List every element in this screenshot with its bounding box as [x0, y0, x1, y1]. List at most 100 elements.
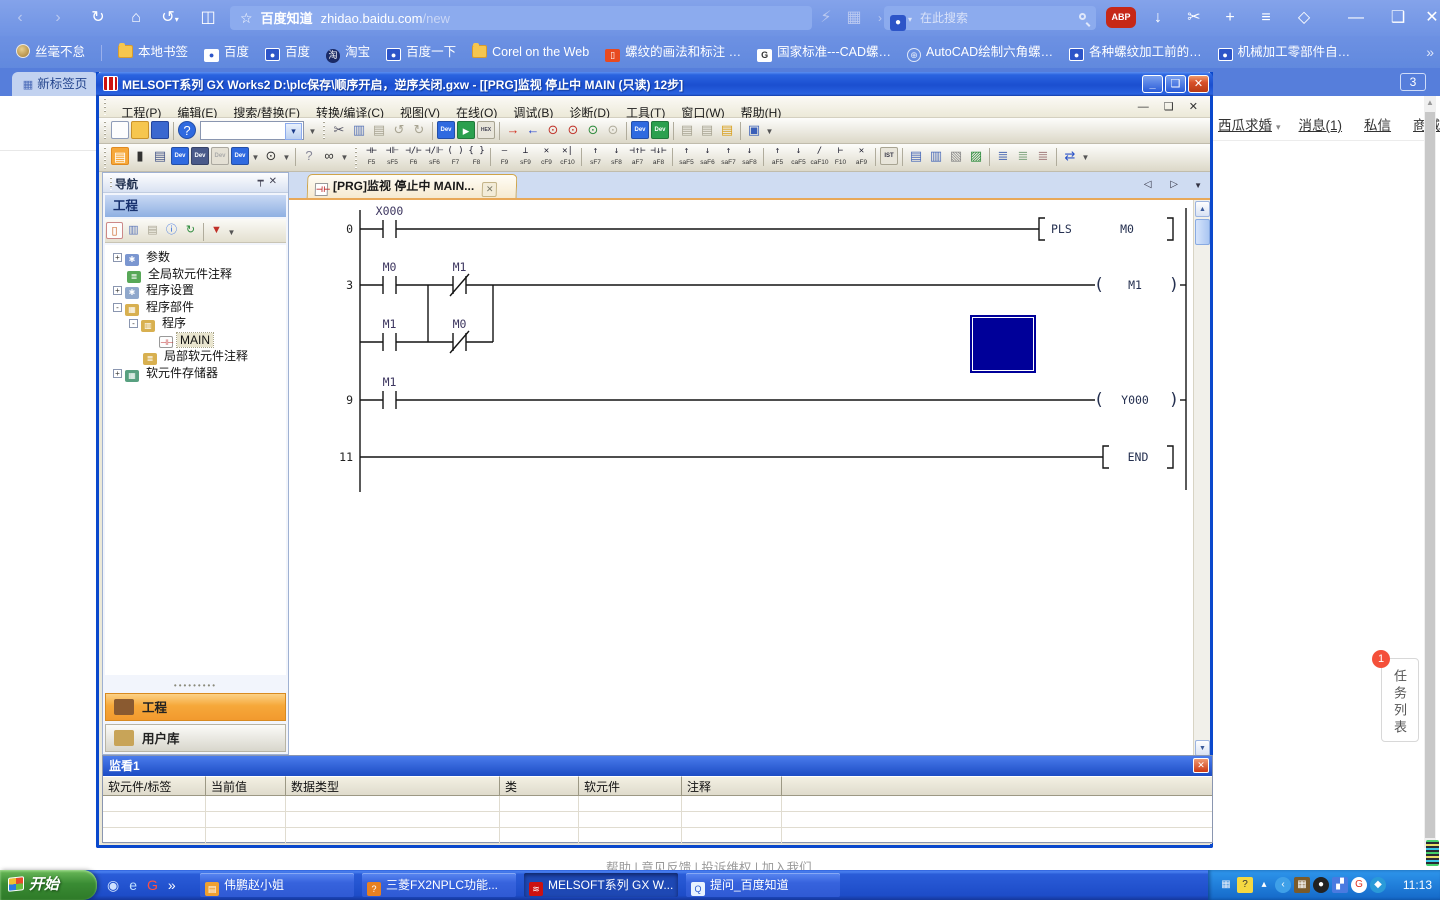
ladder-symbol-F5-button[interactable]: ⊣⊢F5 — [361, 145, 382, 170]
tab-list-dropdown-icon[interactable]: ▼ — [1194, 181, 1202, 190]
bookmark-item[interactable]: Corel on the Web — [472, 36, 589, 68]
comment-icon[interactable]: ▤ — [678, 121, 696, 139]
ladder-symbol-aF8-button[interactable]: ⊣↓⊢aF8 — [648, 145, 669, 170]
tree-item-程序[interactable]: -▥程序 — [105, 315, 286, 332]
save-icon[interactable] — [151, 121, 169, 139]
menubar-grip[interactable] — [102, 96, 107, 117]
device-monitor-icon[interactable]: Dev — [631, 121, 649, 139]
collapse-icon[interactable]: - — [113, 303, 122, 312]
ladder-symbol-caF10-button[interactable]: /caF10 — [809, 145, 830, 170]
gadget-tower-icon[interactable] — [1426, 840, 1439, 866]
taskbar-task-4[interactable]: Q提问_百度知道 — [686, 873, 840, 897]
qq-tray-icon[interactable]: ● — [1313, 877, 1329, 893]
favorite-star-icon[interactable]: ☆ — [240, 10, 253, 26]
tree-item-局部软元件注释[interactable]: ≣局部软元件注释 — [105, 348, 286, 365]
app1-tray-icon[interactable]: ▦ — [1294, 877, 1310, 893]
tree-item-软元件存储器[interactable]: +▦软元件存储器 — [105, 365, 286, 382]
expand-icon[interactable]: + — [113, 286, 122, 295]
page-link[interactable]: 西瓜求婚 — [1218, 118, 1272, 133]
copy-icon[interactable]: ▥ — [350, 121, 368, 139]
download-icon[interactable]: ↓ — [1146, 6, 1170, 30]
add-icon[interactable]: + — [1218, 6, 1242, 30]
zoom-icon[interactable]: ⊙ — [262, 147, 280, 165]
taskbar-clock[interactable]: 11:13 — [1403, 870, 1432, 900]
paste-icon[interactable]: ▤ — [370, 121, 388, 139]
comment-display-icon[interactable]: ≣ — [994, 147, 1012, 165]
address-bar[interactable]: ☆百度知道zhidao.baidu.com/new — [230, 6, 812, 30]
toolbar-grip[interactable] — [102, 144, 107, 171]
lightning-icon[interactable]: ⚡ — [814, 6, 838, 30]
note-display-icon[interactable]: ≣ — [1034, 147, 1052, 165]
verify-plc-icon[interactable]: HEX — [477, 121, 495, 139]
360-tray-icon[interactable]: G — [1351, 877, 1367, 893]
gx-maximize-icon[interactable]: ❑ — [1165, 75, 1186, 93]
cut-icon[interactable]: ✂ — [330, 121, 348, 139]
device-batch-icon[interactable]: Dev — [231, 147, 249, 165]
minimize-window-icon[interactable]: — — [1344, 6, 1368, 30]
monitor-window-icon[interactable]: ▣ — [745, 121, 763, 139]
taskbar-task-2[interactable]: ?三菱FX2NPLC功能... — [362, 873, 516, 897]
download-arrow-icon[interactable]: → — [504, 121, 522, 139]
ie-quick-icon[interactable]: e — [129, 877, 137, 893]
screenshot-scissors-icon[interactable]: ✂ — [1182, 6, 1206, 30]
nav-button-project[interactable]: 工程 — [105, 693, 286, 721]
tree-item-程序部件[interactable]: -▦程序部件 — [105, 299, 286, 316]
scroll-up-icon[interactable]: ▲ — [1195, 201, 1210, 217]
redo-icon[interactable]: ↻ — [410, 121, 428, 139]
watch-empty-row[interactable] — [103, 828, 1212, 844]
nav-button-user-library[interactable]: 用户库 — [105, 724, 286, 752]
watch-close-icon[interactable]: ✕ — [1193, 758, 1209, 773]
editor-vertical-scrollbar[interactable]: ▲ ▼ — [1193, 200, 1210, 757]
watch-header-5[interactable]: 软元件 — [579, 776, 682, 796]
ladder-symbol-sF8-button[interactable]: ↓sF8 — [606, 145, 627, 170]
skin-icon[interactable]: ◇ — [1292, 6, 1316, 30]
new-item-icon[interactable]: ▯ — [106, 222, 123, 239]
panel-splitter[interactable]: ••••••••• — [103, 681, 288, 690]
ladder-symbol-F8-button[interactable]: { }F8 — [466, 145, 487, 170]
search-engine-dropdown-icon[interactable]: ▾ — [908, 15, 912, 24]
toolbar-overflow-icon[interactable]: ▼ — [226, 222, 237, 244]
tree-item-程序设置[interactable]: +✱程序设置 — [105, 282, 286, 299]
write-to-plc-icon[interactable]: Dev — [437, 121, 455, 139]
collapse-icon[interactable]: - — [129, 319, 138, 328]
ladder-symbol-aF5-button[interactable]: ↑aF5 — [767, 145, 788, 170]
ladder-document-tab[interactable]: ⊣⊢[PRG]监视 停止中 MAIN...✕ — [307, 174, 518, 198]
tab-count-badge[interactable]: 3 — [1400, 73, 1426, 91]
bookmark-item[interactable]: ⊕AutoCAD绘制六角螺… — [907, 36, 1053, 68]
watch-header-1[interactable]: 软元件/标签 — [103, 776, 206, 796]
back-icon[interactable]: ‹ — [8, 6, 32, 30]
bookmark-item[interactable]: 丝毫不怠 — [16, 36, 85, 68]
upload-arrow-icon[interactable]: ← — [524, 121, 542, 139]
monitor-edit-icon[interactable]: ▨ — [967, 147, 985, 165]
ladder-symbol-F6-button[interactable]: ⊣/⊢F6 — [403, 145, 424, 170]
ladder-symbol-saF6-button[interactable]: ↓saF6 — [697, 145, 718, 170]
help-2-icon[interactable]: ? — [300, 147, 318, 165]
ladder-symbol-sF5-button[interactable]: ⊣⊩sF5 — [382, 145, 403, 170]
collapse-tray-icon[interactable]: ‹ — [1275, 877, 1291, 893]
read-from-plc-icon[interactable]: ▸ — [457, 121, 475, 139]
browser360-quick-icon[interactable]: G — [147, 877, 158, 893]
ladder-symbol-saF7-button[interactable]: ↑saF7 — [718, 145, 739, 170]
nav-grip[interactable] — [108, 175, 113, 191]
bookmark-item[interactable]: 淘淘宝 — [326, 36, 370, 68]
toolbar-combobox[interactable] — [200, 121, 304, 140]
undo-close-icon[interactable]: ↺▾ — [158, 6, 182, 30]
page-link[interactable]: 消息(1) — [1299, 118, 1343, 133]
browser-tab-newtab[interactable]: ▦新标签页 — [12, 72, 98, 96]
note-icon[interactable]: ▤ — [718, 121, 736, 139]
tab-close-icon[interactable]: ✕ — [482, 182, 498, 197]
adblock-icon[interactable]: ABP — [1106, 7, 1136, 28]
instruction-search-icon[interactable]: ⊙ — [564, 121, 582, 139]
maximize-window-icon[interactable]: ❑ — [1386, 6, 1410, 30]
expand-icon[interactable]: + — [113, 253, 122, 262]
gx-close-icon[interactable]: ✕ — [1188, 75, 1209, 93]
bookmark-item[interactable]: ●机械加工零部件自… — [1218, 36, 1351, 68]
forward-icon[interactable]: › — [46, 6, 70, 30]
navigation-pane-icon[interactable]: ▤ — [111, 147, 129, 165]
watch-header-2[interactable]: 当前值 — [206, 776, 286, 796]
scrollbar-thumb[interactable] — [1195, 219, 1210, 245]
mdi-window-controls[interactable]: — ❑ ✕ — [1138, 96, 1204, 118]
page-link[interactable]: 私信 — [1364, 118, 1391, 133]
scroll-down-icon[interactable]: ▼ — [1195, 740, 1210, 756]
sort-filter-icon[interactable]: ▼ — [208, 222, 225, 239]
